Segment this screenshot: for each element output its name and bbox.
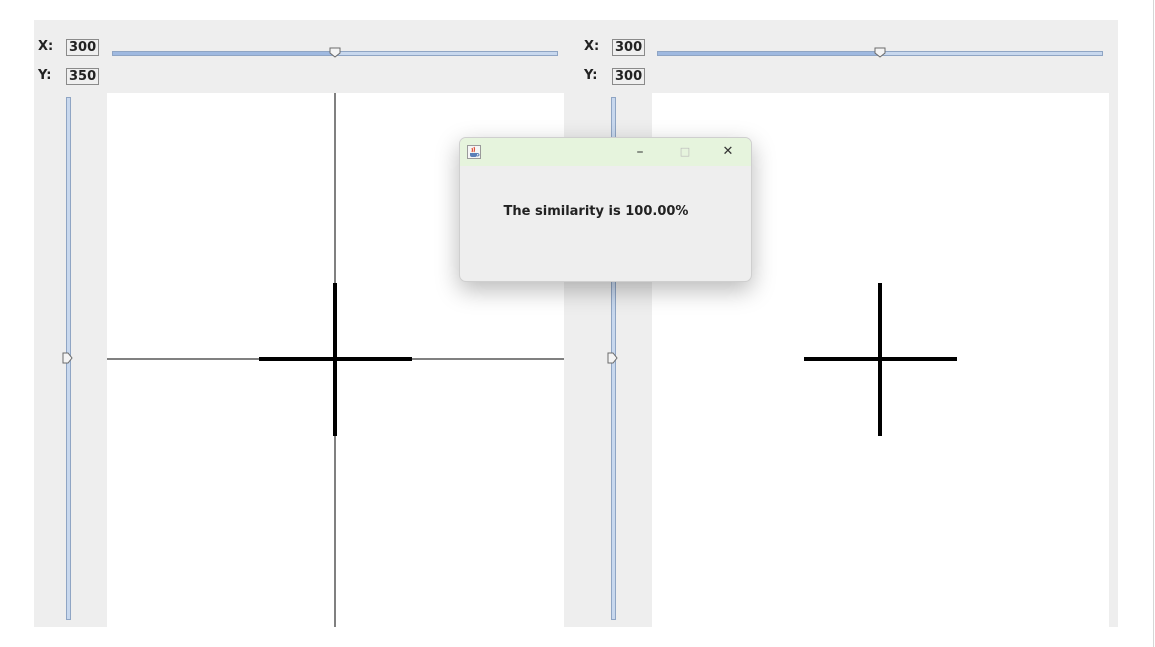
right-y-slider-thumb[interactable] <box>607 352 618 364</box>
close-button[interactable]: ✕ <box>714 142 742 162</box>
right-y-value[interactable]: 300 <box>612 68 646 85</box>
left-x-slider-fill <box>113 52 335 55</box>
left-x-slider-thumb[interactable] <box>329 47 341 58</box>
minimize-button[interactable]: – <box>626 142 654 162</box>
maximize-button[interactable]: □ <box>671 142 699 162</box>
right-y-label: Y: <box>584 68 598 83</box>
java-cup-icon <box>467 145 481 159</box>
left-x-label: X: <box>38 39 54 54</box>
left-y-slider-thumb[interactable] <box>62 352 73 364</box>
left-y-value[interactable]: 350 <box>66 68 100 85</box>
right-x-value[interactable]: 300 <box>612 39 646 56</box>
similarity-message: The similarity is 100.00% <box>503 204 689 219</box>
right-x-slider-thumb[interactable] <box>874 47 886 58</box>
similarity-dialog: – □ ✕ The similarity is 100.00% <box>459 137 752 282</box>
dialog-titlebar[interactable]: – □ ✕ <box>460 138 751 166</box>
left-y-label: Y: <box>38 68 52 83</box>
right-x-slider-fill <box>658 52 880 55</box>
right-x-label: X: <box>584 39 600 54</box>
window-edge <box>1153 0 1154 647</box>
left-x-value[interactable]: 300 <box>66 39 100 56</box>
